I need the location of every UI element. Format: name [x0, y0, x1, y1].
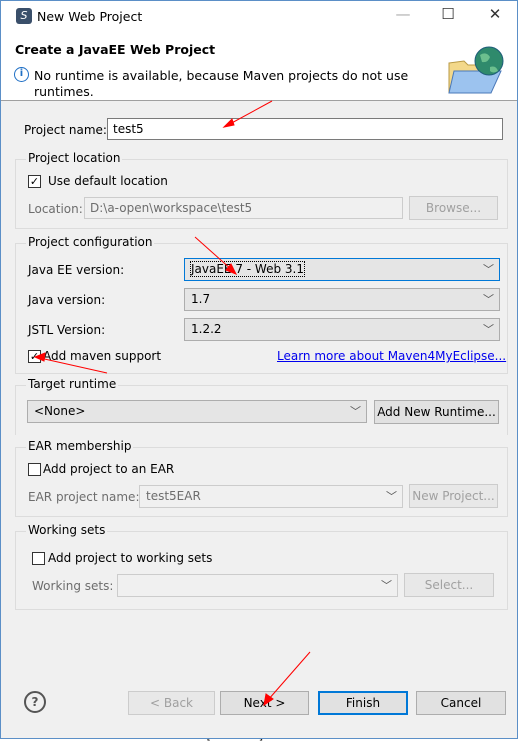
chevron-down-icon: ﹀ [381, 579, 392, 592]
chevron-down-icon: ﹀ [350, 405, 361, 418]
project-location-label: Project location [26, 151, 123, 165]
ear-membership-label: EAR membership [26, 439, 134, 453]
ear-project-name-label: EAR project name: [28, 490, 140, 504]
help-icon[interactable]: ? [24, 691, 46, 713]
javaee-version-label: Java EE version: [28, 263, 125, 277]
folder-globe-icon [448, 46, 504, 94]
javaee-version-select[interactable]: JavaEE 7 - Web 3.1 ﹀ [184, 258, 500, 281]
info-icon: i [14, 67, 29, 82]
working-sets-field-label: Working sets: [32, 579, 114, 593]
jstl-version-select[interactable]: 1.2.2 ﹀ [184, 318, 500, 341]
javaee-version-value: JavaEE 7 - Web 3.1 [190, 261, 305, 277]
location-input[interactable]: D:\a-open\workspace\test5 [84, 197, 403, 219]
title-bar: S New Web Project — ☐ ✕ [1, 1, 517, 32]
project-configuration-label: Project configuration [26, 235, 155, 249]
browse-button[interactable]: Browse... [409, 196, 498, 220]
finish-button[interactable]: Finish [318, 691, 408, 715]
wizard-header: Create a JavaEE Web Project i No runtime… [1, 32, 517, 101]
next-button[interactable]: Next > [220, 691, 309, 715]
chevron-down-icon: ﹀ [483, 323, 494, 336]
minimize-button[interactable]: — [388, 5, 418, 27]
wizard-title: Create a JavaEE Web Project [15, 42, 216, 57]
window-title: New Web Project [37, 9, 143, 24]
myeclipse-app-icon: S [16, 8, 32, 24]
new-ear-project-button[interactable]: New Project... [409, 484, 498, 508]
target-runtime-label: Target runtime [26, 377, 119, 391]
working-sets-label: Working sets [26, 523, 108, 537]
wizard-message: No runtime is available, because Maven p… [34, 68, 409, 83]
select-working-sets-button[interactable]: Select... [404, 573, 494, 597]
jstl-version-label: JSTL Version: [28, 323, 106, 337]
background-editor [518, 0, 525, 739]
project-name-input[interactable]: test5 [107, 118, 503, 140]
ear-project-name-select[interactable]: test5EAR ﹀ [139, 485, 403, 508]
use-default-location-label: Use default location [48, 174, 168, 188]
add-to-ear-label: Add project to an EAR [43, 462, 175, 476]
maximize-button[interactable]: ☐ [433, 5, 463, 27]
add-to-ear-checkbox[interactable] [28, 463, 41, 476]
use-default-location-checkbox[interactable]: ✓ [28, 175, 41, 188]
add-maven-support-label: Add maven support [43, 349, 162, 363]
working-sets-group: Working sets [15, 523, 508, 610]
working-sets-select[interactable]: ﹀ [117, 574, 398, 597]
cancel-button[interactable]: Cancel [416, 691, 506, 715]
target-runtime-select[interactable]: <None> ﹀ [27, 400, 367, 423]
java-version-value: 1.7 [191, 292, 211, 306]
project-name-label: Project name: [24, 123, 107, 137]
ear-project-name-value: test5EAR [146, 489, 201, 503]
chevron-down-icon: ﹀ [386, 490, 397, 503]
jstl-version-value: 1.2.2 [191, 322, 222, 336]
close-button[interactable]: ✕ [480, 5, 510, 27]
java-version-label: Java version: [28, 293, 106, 307]
location-label: Location: [28, 202, 83, 216]
add-to-working-sets-label: Add project to working sets [48, 551, 213, 565]
add-maven-support-checkbox[interactable]: ✓ [28, 350, 41, 363]
java-version-select[interactable]: 1.7 ﹀ [184, 288, 500, 311]
wizard-message-cont: runtimes. [34, 84, 94, 99]
add-new-runtime-button[interactable]: Add New Runtime... [374, 400, 499, 424]
chevron-down-icon: ﹀ [483, 263, 494, 276]
maven4myeclipse-link[interactable]: Learn more about Maven4MyEclipse... [277, 349, 506, 363]
target-runtime-value: <None> [34, 404, 86, 418]
chevron-down-icon: ﹀ [483, 293, 494, 306]
new-web-project-dialog: S New Web Project — ☐ ✕ Create a JavaEE … [0, 0, 518, 739]
back-button[interactable]: < Back [128, 691, 215, 715]
add-to-working-sets-checkbox[interactable] [32, 552, 45, 565]
